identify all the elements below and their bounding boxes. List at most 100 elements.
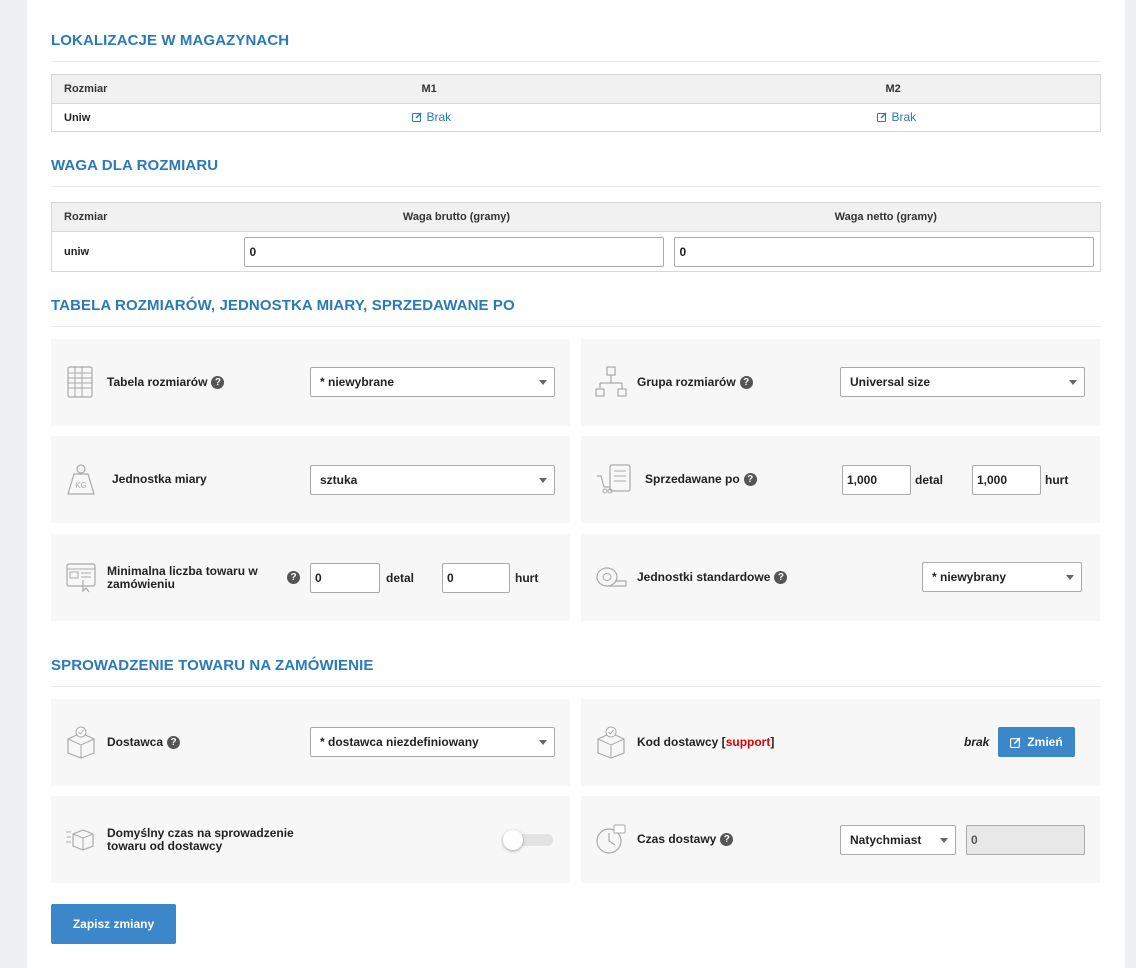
retail-unit-label: detal: [915, 473, 944, 487]
weight-brutto-input[interactable]: 0: [243, 236, 664, 267]
help-icon[interactable]: ?: [211, 376, 225, 390]
chevron-down-icon: [539, 478, 547, 483]
sold-by-card: Sprzedawane po? 1,000 detal 1,000 hurt: [581, 436, 1100, 523]
chevron-down-icon: [539, 380, 547, 385]
column-header-m1: M1: [201, 74, 660, 104]
toggle-knob: [503, 830, 523, 850]
help-icon[interactable]: ?: [774, 571, 788, 585]
size-table-label-text: Tabela rozmiarów: [107, 375, 208, 389]
section-title-sizes: TABELA ROZMIARÓW, JEDNOSTKA MIARY, SPRZE…: [51, 297, 515, 314]
supplier-box-icon: [597, 726, 625, 759]
min-quantity-label-line2: zamówieniu: [107, 577, 176, 591]
tape-measure-icon: [596, 567, 627, 587]
sold-by-retail-input[interactable]: 1,000: [842, 465, 911, 495]
default-time-label: Domyślny czas na sprowadzenie towaru od d…: [107, 827, 294, 853]
m1-cell: Brak: [202, 104, 660, 132]
m1-edit-link[interactable]: Brak: [411, 110, 452, 124]
locations-table: Rozmiar M1 M2 Uniw Brak Brak: [51, 74, 1101, 132]
supplier-code-card: Kod dostawcy [support] brak Zmień: [581, 699, 1100, 786]
weight-netto-input[interactable]: 0: [673, 236, 1094, 267]
delivery-time-label-text: Czas dostawy: [637, 832, 717, 846]
help-icon[interactable]: ?: [720, 833, 734, 847]
product-settings-panel: LOKALIZACJE W MAGAZYNACH Rozmiar M1 M2 U…: [27, 0, 1125, 968]
size-table-label: Tabela rozmiarów?: [107, 375, 225, 390]
standard-units-label: Jednostki standardowe?: [637, 570, 788, 585]
supplier-code-label-prefix: Kod dostawcy [: [637, 735, 726, 749]
sold-by-label: Sprzedawane po?: [645, 472, 757, 487]
size-cell: uniw: [64, 245, 90, 258]
supplier-value: * dostawca niezdefiniowany: [320, 735, 479, 749]
m2-value: Brak: [891, 110, 917, 124]
column-header-m2: M2: [659, 74, 1101, 104]
sold-by-icon: [597, 464, 631, 494]
m2-cell: Brak: [660, 104, 1101, 132]
chevron-down-icon: [539, 740, 547, 745]
unit-select[interactable]: sztuka: [310, 465, 555, 495]
help-icon[interactable]: ?: [287, 571, 300, 584]
size-cell: Uniw: [64, 111, 91, 124]
min-quantity-label-line1: Minimalna liczba towaru w: [107, 564, 258, 578]
min-order-icon: [66, 563, 96, 593]
column-header-netto: Waga netto (gramy): [671, 202, 1101, 232]
size-table-value: * niewybrane: [320, 375, 395, 389]
unit-label: Jednostka miary: [112, 472, 207, 486]
column-header-brutto: Waga brutto (gramy): [241, 202, 672, 232]
divider: [51, 686, 1101, 687]
retail-unit-label: detal: [386, 571, 415, 585]
size-group-label-text: Grupa rozmiarów: [637, 375, 736, 389]
default-time-card: Domyślny czas na sprowadzenie towaru od d…: [51, 796, 570, 883]
min-quantity-label: Minimalna liczba towaru w zamówieniu: [107, 565, 258, 591]
chevron-down-icon: [1069, 380, 1077, 385]
section-title-weight: WAGA DLA ROZMIARU: [51, 157, 219, 174]
supplier-label-text: Dostawca: [107, 735, 164, 749]
save-changes-button[interactable]: Zapisz zmiany: [51, 904, 176, 944]
delivery-time-input[interactable]: 0: [966, 825, 1085, 855]
min-quantity-retail-input[interactable]: 0: [310, 563, 380, 593]
column-header-size: Rozmiar: [51, 74, 202, 104]
change-supplier-code-button[interactable]: Zmień: [998, 727, 1075, 757]
size-group-value: Universal size: [850, 375, 931, 389]
size-group-label: Grupa rozmiarów?: [637, 375, 753, 390]
size-group-card: Grupa rozmiarów? Universal size: [581, 339, 1100, 426]
standard-units-value: * niewybrany: [932, 570, 1007, 584]
size-table-select[interactable]: * niewybrane: [310, 367, 555, 397]
kg-weight-icon: KG: [67, 464, 95, 495]
chevron-down-icon: [1066, 575, 1074, 580]
edit-icon: [1010, 737, 1021, 748]
supplier-code-label-suffix: ]: [770, 735, 775, 749]
supplier-select[interactable]: * dostawca niezdefiniowany: [310, 727, 555, 757]
standard-units-select[interactable]: * niewybrany: [922, 562, 1082, 592]
sold-by-wholesale-input[interactable]: 1,000: [972, 465, 1041, 495]
help-icon[interactable]: ?: [743, 473, 757, 487]
delivery-time-card: Czas dostawy? Natychmiast 0: [581, 796, 1100, 883]
help-icon[interactable]: ?: [167, 736, 181, 750]
default-time-label-line1: Domyślny czas na sprowadzenie: [107, 826, 294, 840]
size-group-icon: [595, 366, 627, 397]
weight-table: Rozmiar Waga brutto (gramy) Waga netto (…: [51, 202, 1101, 272]
supplier-card: Dostawca? * dostawca niezdefiniowany: [51, 699, 570, 786]
section-title-check: SPROWADZENIE TOWARU NA ZAMÓWIENIE: [51, 657, 374, 674]
wholesale-unit-label: hurt: [1045, 473, 1069, 487]
change-button-label: Zmień: [1027, 735, 1063, 749]
divider: [51, 186, 1101, 187]
delivery-time-select-value: Natychmiast: [850, 833, 922, 847]
delivery-time-select[interactable]: Natychmiast: [840, 825, 956, 855]
delivery-time-icon: [66, 829, 94, 851]
column-header-size: Rozmiar: [51, 202, 242, 232]
divider: [51, 61, 1101, 62]
default-time-label-line2: towaru od dostawcy: [107, 839, 223, 853]
default-time-toggle[interactable]: [503, 830, 553, 850]
wholesale-unit-label: hurt: [515, 571, 539, 585]
size-group-select[interactable]: Universal size: [840, 367, 1085, 397]
size-table-icon: [67, 366, 93, 398]
m1-value: Brak: [426, 110, 452, 124]
divider: [51, 326, 1101, 327]
help-icon[interactable]: ?: [739, 376, 753, 390]
supplier-code-label: Kod dostawcy [support]: [637, 735, 774, 749]
m2-edit-link[interactable]: Brak: [876, 110, 917, 124]
clock-icon: [596, 824, 626, 854]
min-quantity-wholesale-input[interactable]: 0: [442, 563, 510, 593]
section-title-locations: LOKALIZACJE W MAGAZYNACH: [51, 32, 290, 49]
edit-icon: [876, 112, 886, 122]
support-link[interactable]: support: [726, 735, 771, 749]
